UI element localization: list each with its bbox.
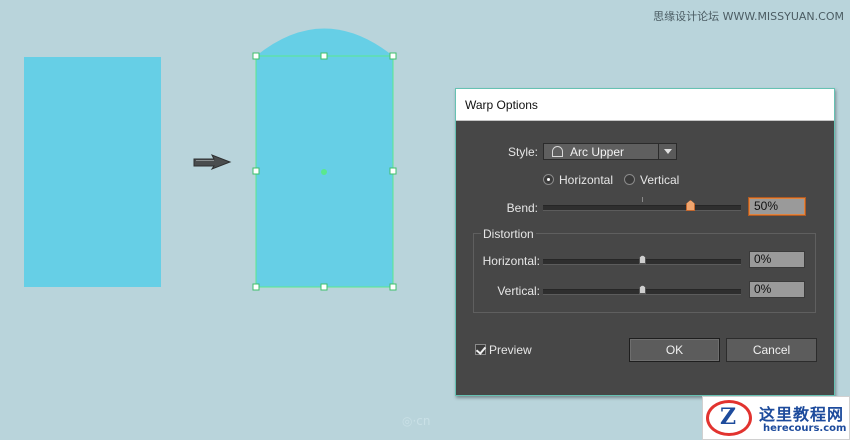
dialog-titlebar[interactable]: Warp Options	[456, 89, 834, 121]
site-watermark: 思缘设计论坛 WWW.MISSYUAN.COM	[653, 10, 844, 23]
warp-options-dialog: Warp Options Style: Arc Upper Horizontal…	[455, 88, 835, 396]
logo-url: herecours.com	[763, 423, 847, 434]
arrow-icon	[193, 154, 232, 171]
site-logo: Z 这里教程网 herecours.com	[702, 396, 850, 440]
original-rectangle[interactable]	[24, 57, 161, 287]
distortion-vertical-label: Vertical:	[497, 284, 540, 298]
bend-label: Bend:	[506, 201, 538, 215]
bottom-watermark-text: ·cn	[412, 414, 431, 428]
distortion-vertical-field[interactable]: 0%	[749, 281, 805, 298]
chevron-down-icon[interactable]	[658, 144, 676, 159]
bend-slider-thumb[interactable]	[686, 200, 695, 211]
style-dropdown-value: Arc Upper	[570, 145, 625, 159]
distortion-group	[473, 233, 816, 313]
logo-name: 这里教程网	[759, 405, 845, 424]
bend-center-tick	[642, 197, 643, 202]
preview-checkbox[interactable]	[475, 344, 486, 355]
vertical-radio[interactable]	[624, 174, 635, 185]
horizontal-radio[interactable]	[543, 174, 554, 185]
warped-shape[interactable]	[256, 28, 393, 288]
distortion-legend: Distortion	[481, 227, 536, 241]
seal-icon: ◎	[402, 414, 413, 428]
vertical-radio-label[interactable]: Vertical	[640, 173, 679, 187]
dialog-title: Warp Options	[465, 97, 538, 112]
center-point	[321, 169, 327, 175]
horizontal-radio-label[interactable]: Horizontal	[559, 173, 613, 187]
bend-value-field[interactable]: 50%	[749, 198, 805, 215]
bend-slider[interactable]	[543, 205, 741, 211]
arc-upper-icon	[552, 146, 563, 157]
style-label: Style:	[507, 145, 538, 159]
logo-mark-letter: Z	[720, 404, 737, 430]
ok-button[interactable]: OK	[629, 338, 720, 362]
logo-z-icon: Z	[706, 400, 752, 436]
distortion-horizontal-field[interactable]: 0%	[749, 251, 805, 268]
distortion-horizontal-label: Horizontal:	[482, 254, 540, 268]
preview-label[interactable]: Preview	[489, 343, 532, 357]
bottom-watermark: ◎·cn	[402, 414, 431, 428]
style-dropdown[interactable]: Arc Upper	[543, 143, 677, 160]
cancel-button[interactable]: Cancel	[726, 338, 817, 362]
